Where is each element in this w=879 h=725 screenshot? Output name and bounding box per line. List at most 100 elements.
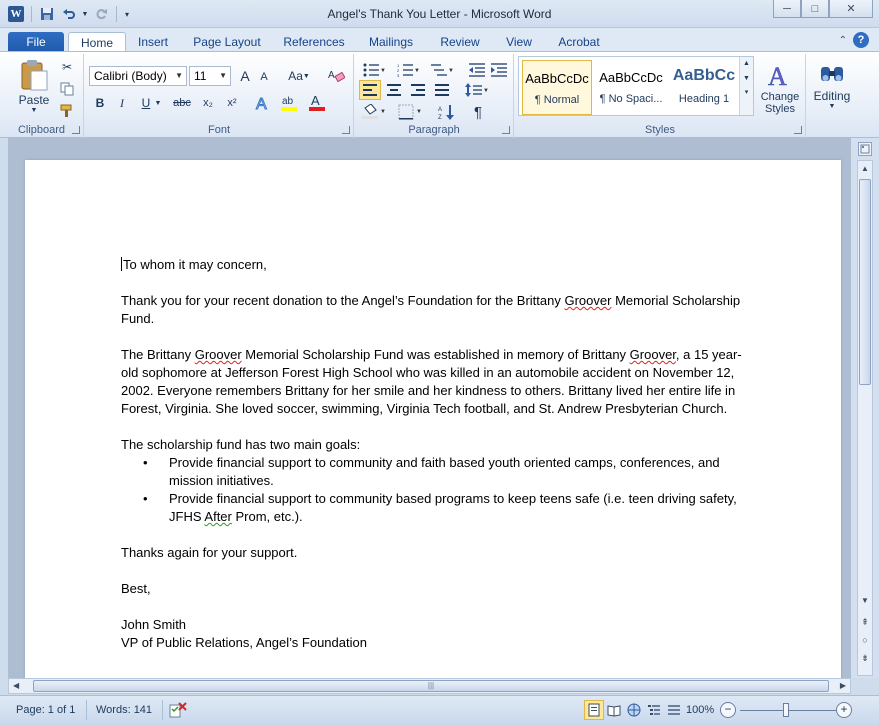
svg-text:A: A [256,96,267,112]
proofing-errors-icon[interactable] [168,700,188,720]
highlight-color-icon[interactable]: ab [277,92,303,114]
styles-gallery-scroll[interactable]: ▲ ▼ ▾ [739,57,753,115]
previous-page-icon[interactable]: ⇞ [858,615,872,629]
horizontal-scroll-thumb[interactable]: ||| [33,680,829,692]
zoom-out-button[interactable]: − [720,702,736,718]
paragraph-launcher[interactable] [502,126,510,134]
font-size-select[interactable]: 11 ▼ [189,66,231,86]
tab-mailings[interactable]: Mailings [360,32,422,52]
vertical-scrollbar[interactable]: ▲ ▼ ⇞ ○ ⇟ [857,160,873,676]
scroll-left-icon[interactable]: ◀ [13,681,19,690]
vertical-scroll-thumb[interactable] [859,179,871,385]
svg-text:▼: ▼ [416,109,422,115]
svg-text:▼: ▼ [483,88,489,94]
underline-button[interactable]: U [137,94,155,112]
line-spacing-button[interactable]: ▼ [463,80,491,100]
decrease-indent-icon[interactable] [467,60,487,80]
copy-icon[interactable] [58,80,76,98]
page-count[interactable]: Page: 1 of 1 [16,704,75,716]
select-browse-object-icon[interactable]: ○ [858,633,872,647]
scroll-right-icon[interactable]: ▶ [840,681,846,690]
list-item: Provide financial support to community b… [121,490,751,526]
superscript-button[interactable]: x² [221,94,243,112]
paragraph-fund-history: The Brittany Groover Memorial Scholarshi… [121,346,751,418]
horizontal-scrollbar[interactable]: ◀ ||| ▶ [8,678,851,694]
tab-home[interactable]: Home [68,32,126,52]
draft-view-icon[interactable] [664,700,684,720]
view-ruler-icon[interactable] [858,142,872,156]
style-heading-1[interactable]: AaBbCc Heading 1 [669,60,739,115]
grammar-flagged-word[interactable]: After [204,509,231,524]
format-painter-icon[interactable] [58,102,76,120]
document-body[interactable]: To whom it may concern, Thank you for yo… [121,256,751,652]
document-page[interactable]: To whom it may concern, Thank you for yo… [25,160,841,680]
zoom-in-button[interactable]: + [836,702,852,718]
print-layout-view-icon[interactable] [584,700,604,720]
next-page-icon[interactable]: ⇟ [858,651,872,665]
underline-dropdown-icon[interactable]: ▼ [154,95,162,111]
justify-button[interactable] [431,80,453,100]
change-styles-button[interactable]: A Change Styles [756,56,804,120]
font-launcher[interactable] [342,126,350,134]
clipboard-launcher[interactable] [72,126,80,134]
scroll-up-icon[interactable]: ▲ [740,60,753,67]
zoom-slider-thumb[interactable] [783,703,789,717]
help-icon[interactable]: ? [853,32,869,48]
font-color-icon[interactable]: A [305,92,331,114]
editing-button[interactable]: Editing ▼ [814,58,850,114]
grow-font-button[interactable]: A [235,66,255,86]
clipboard-group-label: Clipboard [17,124,66,136]
tab-view[interactable]: View [498,32,540,52]
text-run: Prom, etc.). [231,509,303,524]
borders-button[interactable]: ▼ [395,102,425,122]
align-center-button[interactable] [383,80,405,100]
align-right-button[interactable] [407,80,429,100]
group-paragraph: ▼ 1 2 3 ▼ ▼ ▼ ▼ ▼ A Z ¶ Paragraph [355,54,514,138]
clear-formatting-icon[interactable]: A [325,64,347,86]
styles-launcher[interactable] [794,126,802,134]
tab-insert[interactable]: Insert [130,32,176,52]
subscript-button[interactable]: x₂ [197,94,219,112]
shrink-font-button[interactable]: A [255,68,273,86]
style-no-spacing[interactable]: AaBbCcDc ¶ No Spaci... [596,60,666,115]
more-styles-icon[interactable]: ▾ [740,88,753,96]
scroll-up-icon[interactable]: ▲ [858,161,872,175]
full-screen-reading-icon[interactable] [604,700,624,720]
numbering-button[interactable]: 1 2 3 ▼ [393,60,423,80]
change-case-button[interactable]: Aa ▼ [285,66,313,86]
text-effects-icon[interactable]: A [251,92,275,114]
increase-indent-icon[interactable] [489,60,509,80]
minimize-button[interactable]: ─ [773,0,801,18]
style-normal[interactable]: AaBbCcDc ¶ Normal [522,60,592,115]
tab-references[interactable]: References [276,32,352,52]
strikethrough-button[interactable]: abc [169,94,195,112]
word-count[interactable]: Words: 141 [96,704,152,716]
sort-icon[interactable]: AZ [435,102,459,122]
multilevel-list-button[interactable]: ▼ [427,60,457,80]
italic-button[interactable]: I [113,94,131,112]
misspelled-word[interactable]: Groover [630,347,676,362]
bullets-button[interactable]: ▼ [359,60,389,80]
close-button[interactable]: ✕ [829,0,873,18]
minimize-ribbon-icon[interactable]: ⌃ [839,35,847,46]
font-family-select[interactable]: Calibri (Body) ▼ [89,66,187,86]
outline-view-icon[interactable] [644,700,664,720]
tab-review[interactable]: Review [432,32,488,52]
tab-page-layout[interactable]: Page Layout [186,32,268,52]
misspelled-word[interactable]: Groover [195,347,242,362]
cut-icon[interactable]: ✂ [58,58,76,76]
web-layout-view-icon[interactable] [624,700,644,720]
scroll-down-icon[interactable]: ▼ [858,593,872,607]
align-left-button[interactable] [359,80,381,100]
tab-file[interactable]: File [8,32,64,52]
bold-button[interactable]: B [91,94,109,112]
show-formatting-button[interactable]: ¶ [467,102,489,122]
maximize-button[interactable]: □ [801,0,829,18]
chevron-down-icon: ▼ [302,72,310,80]
paste-button[interactable]: Paste ▼ [10,56,58,116]
tab-acrobat[interactable]: Acrobat [550,32,608,52]
misspelled-word[interactable]: Groover [564,293,611,308]
zoom-level[interactable]: 100% [686,704,714,716]
scroll-down-icon[interactable]: ▼ [740,75,753,82]
shading-button[interactable]: ▼ [359,102,389,122]
